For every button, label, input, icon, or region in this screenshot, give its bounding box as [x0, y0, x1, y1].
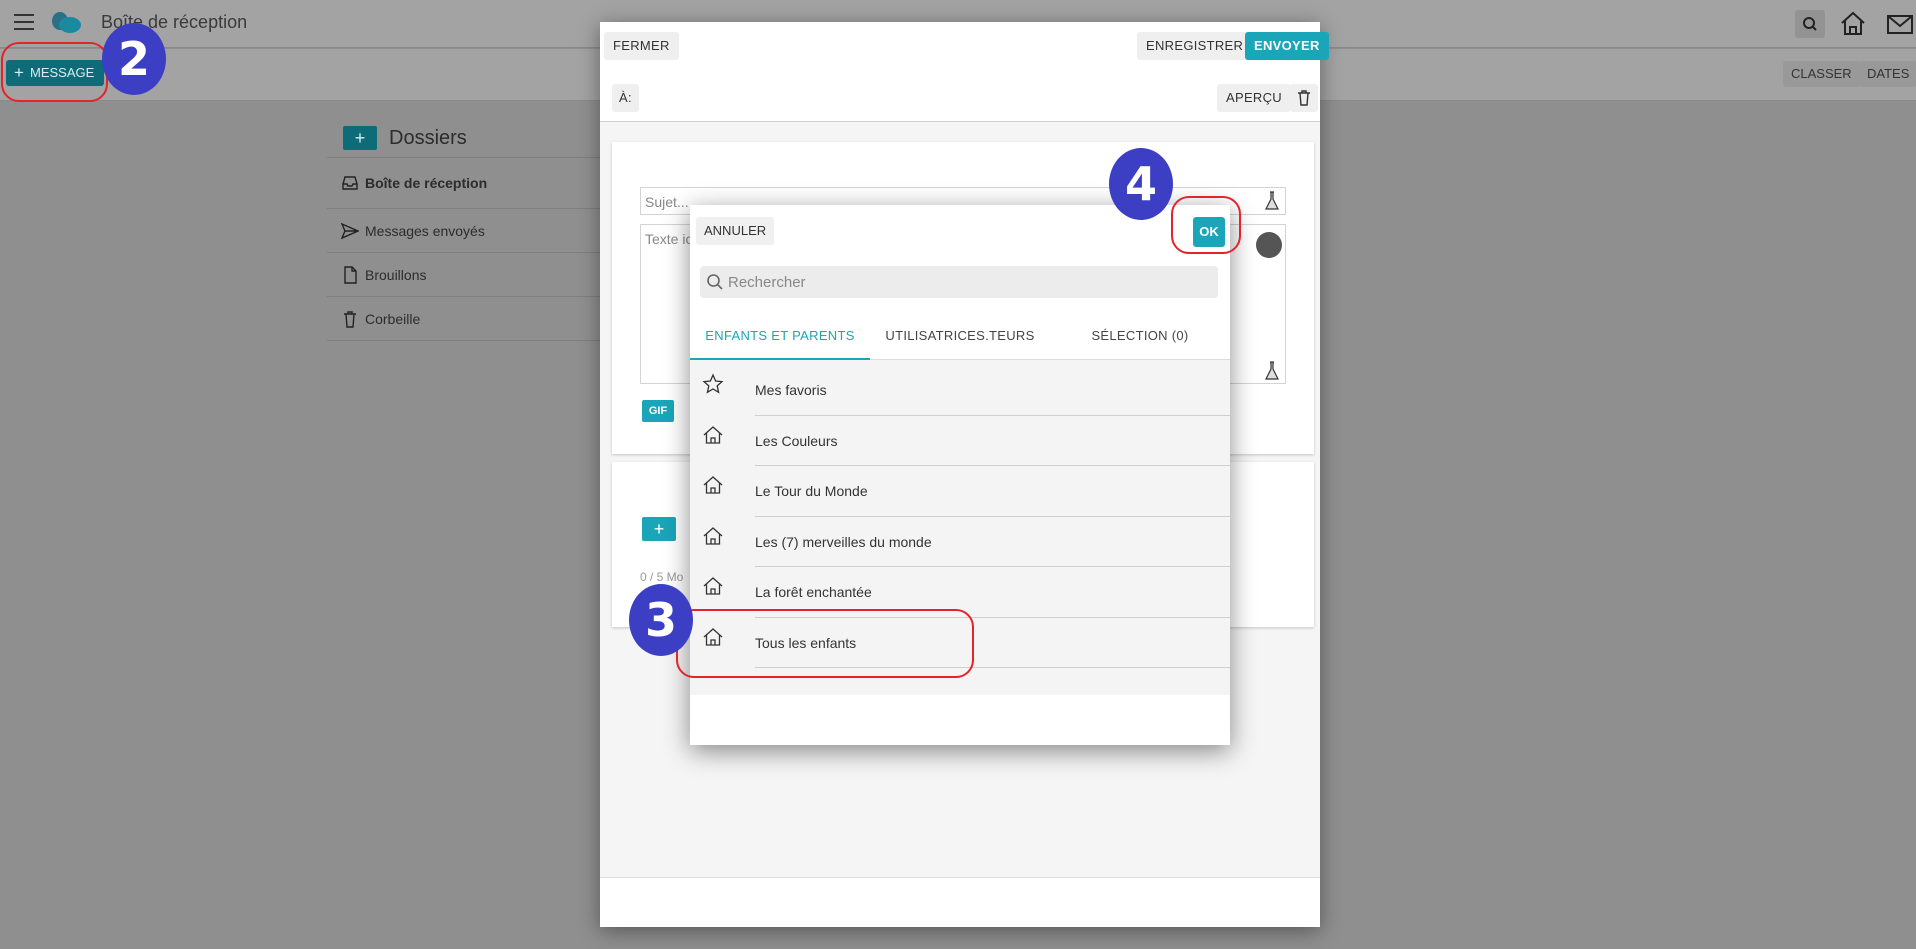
compose-footer: [600, 877, 1320, 927]
draft-file-icon: [344, 265, 357, 284]
folder-sent[interactable]: Messages envoyés: [327, 209, 627, 253]
preview-button[interactable]: APERÇU: [1217, 84, 1291, 112]
flask-icon[interactable]: [1264, 360, 1280, 382]
tab-users[interactable]: UTILISATRICES.TEURS: [870, 312, 1050, 360]
star-icon: [702, 373, 724, 394]
folder-label: Boîte de réception: [365, 175, 488, 191]
compose-header: FERMER ENREGISTRER ENVOYER À: APERÇU: [600, 22, 1329, 122]
list-item-label: Le Tour du Monde: [755, 466, 1230, 517]
home-icon: [703, 476, 723, 494]
list-item-label: Les (7) merveilles du monde: [755, 517, 1230, 567]
search-icon: [1803, 17, 1817, 31]
gif-button[interactable]: GIF: [642, 400, 674, 422]
inbox-icon: [342, 176, 358, 190]
highlight-ring-new-message: [1, 42, 108, 102]
recipients-button[interactable]: À:: [612, 84, 639, 112]
highlight-ring-all-children: [676, 609, 974, 678]
list-item-group[interactable]: Les (7) merveilles du monde: [690, 517, 1230, 567]
app-logo: [52, 12, 81, 33]
highlight-ring-ok: [1171, 196, 1241, 254]
send-icon: [341, 222, 359, 239]
folder-label: Brouillons: [365, 267, 427, 283]
folder-inbox[interactable]: Boîte de réception: [327, 158, 627, 209]
home-icon: [703, 526, 723, 545]
menu-icon[interactable]: [14, 14, 34, 30]
add-folder-button[interactable]: +: [343, 126, 377, 150]
list-item-group[interactable]: Les Couleurs: [690, 416, 1230, 466]
step-badge-3: 3: [629, 584, 693, 656]
mail-icon[interactable]: [1885, 10, 1915, 38]
list-item-label: Les Couleurs: [755, 416, 1230, 466]
cancel-button[interactable]: ANNULER: [696, 217, 775, 245]
trash-icon: [1298, 90, 1310, 106]
folders-title: Dossiers: [389, 127, 467, 149]
tab-children-parents[interactable]: ENFANTS ET PARENTS: [690, 312, 870, 360]
close-button[interactable]: FERMER: [604, 32, 679, 60]
folders-header: + Dossiers: [327, 118, 627, 158]
picker-footer: [690, 695, 1230, 745]
list-item-label: Mes favoris: [755, 365, 1230, 416]
sort-button[interactable]: CLASSER: [1783, 61, 1860, 87]
step-badge-4: 4: [1109, 148, 1173, 220]
folder-label: Corbeille: [365, 311, 421, 327]
dates-button[interactable]: DATES: [1859, 61, 1916, 87]
list-item-group[interactable]: Le Tour du Monde: [690, 466, 1230, 517]
search-button[interactable]: [1795, 10, 1825, 38]
home-icon: [703, 425, 723, 444]
folder-trash[interactable]: Corbeille: [327, 297, 627, 341]
step-badge-2: 2: [102, 23, 166, 95]
attachment-size: 0 / 5 Mo: [640, 570, 684, 584]
folders-panel: + Dossiers Boîte de réception Messages e…: [327, 118, 627, 341]
tab-selection[interactable]: SÉLECTION (0): [1050, 312, 1230, 360]
folder-drafts[interactable]: Brouillons: [327, 253, 627, 297]
flask-icon[interactable]: [1264, 190, 1280, 212]
search-icon: [707, 274, 723, 290]
folder-label: Messages envoyés: [365, 223, 485, 239]
send-button[interactable]: ENVOYER: [1245, 32, 1329, 60]
list-item-favorites[interactable]: Mes favoris: [690, 365, 1230, 416]
home-icon[interactable]: [1838, 8, 1868, 38]
save-button[interactable]: ENREGISTRER: [1137, 32, 1253, 60]
home-icon: [703, 577, 723, 595]
emoji-icon[interactable]: [1256, 232, 1282, 258]
trash-icon: [344, 310, 356, 328]
add-attachment-button[interactable]: +: [642, 517, 676, 541]
search-field[interactable]: [700, 266, 1218, 298]
search-input[interactable]: [728, 266, 1208, 298]
picker-header: ANNULER OK ENFANTS ET PARENTS UTILISATRI…: [690, 205, 1230, 360]
recipient-tabs: ENFANTS ET PARENTS UTILISATRICES.TEURS S…: [690, 312, 1230, 360]
delete-draft-button[interactable]: [1290, 84, 1318, 112]
